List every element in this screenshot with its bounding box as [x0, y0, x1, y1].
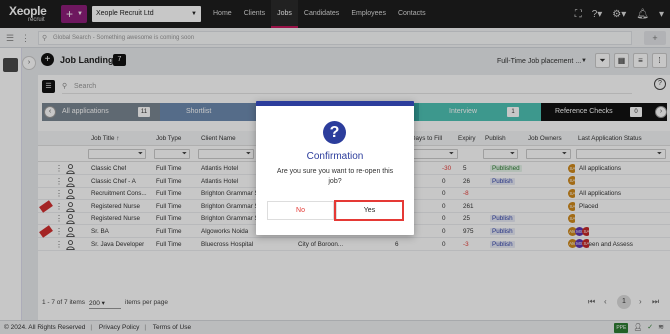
question-icon: ? — [323, 121, 346, 144]
yes-button-highlight — [334, 200, 404, 221]
dialog-title: Confirmation — [306, 151, 364, 162]
dialog-message: Are you sure you want to re-open this jo… — [276, 168, 394, 185]
no-button[interactable]: No — [267, 201, 334, 220]
